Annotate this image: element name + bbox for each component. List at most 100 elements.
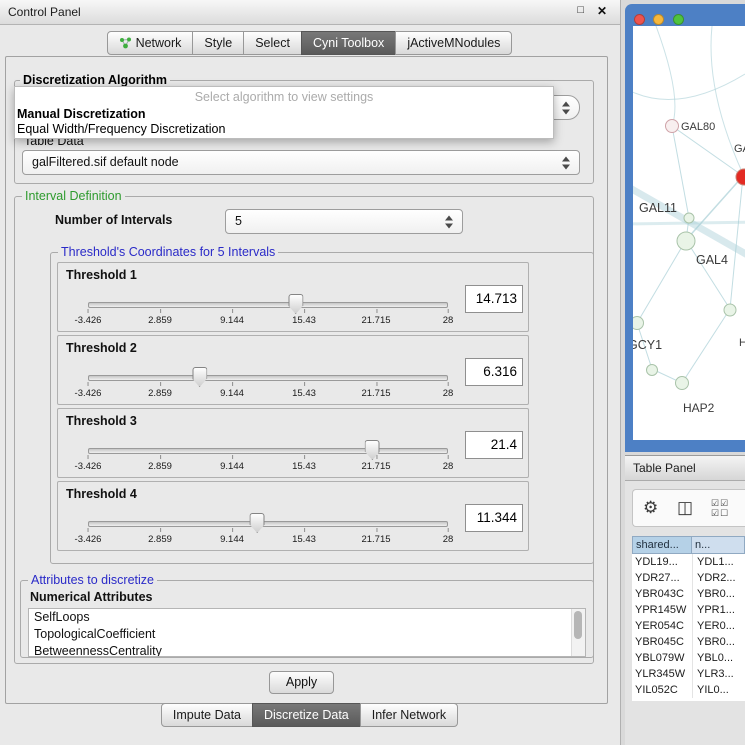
cell[interactable]: YLR3... [692,666,745,682]
tick-label: -3.426 [75,388,102,399]
tick-label: -3.426 [75,315,102,326]
threshold-1-slider[interactable] [88,293,448,315]
table-row[interactable]: YDL19...YDL1... [632,554,745,570]
cell[interactable]: YIL052C [632,682,692,698]
slider-handle[interactable] [288,294,303,314]
panel-title: Control Panel [8,0,81,24]
cell[interactable]: YBR043C [632,586,692,602]
cell[interactable]: YPR1... [692,602,745,618]
cell[interactable]: YPR145W [632,602,692,618]
tick-label: 15.43 [292,461,316,472]
node-gal80[interactable] [666,120,679,133]
cell[interactable]: YLR345W [632,666,692,682]
columns-icon[interactable]: ◫ [677,498,693,518]
list-item-betweennesscentrality[interactable]: BetweennessCentrality [29,643,585,657]
table-row[interactable]: YER054CYER0... [632,618,745,634]
node-gal4[interactable] [677,232,695,250]
attributes-scrollbar[interactable] [571,609,585,656]
tab-infer-label: Infer Network [372,705,446,726]
float-window-icon[interactable]: □ [577,4,584,16]
zoom-traffic-light-icon[interactable] [673,14,684,25]
tick-label: 9.144 [220,388,244,399]
node-label-gal4: GAL4 [696,253,728,267]
tick-label: 9.144 [220,461,244,472]
table-row[interactable]: YBR045CYBR0... [632,634,745,650]
tick-label: 15.43 [292,534,316,545]
node-label-h: H [739,337,745,349]
threshold-2-value-field[interactable]: 6.316 [465,358,523,386]
table-row[interactable]: YBR043CYBR0... [632,586,745,602]
combo-arrows-icon [445,215,454,228]
slider-handle[interactable] [365,440,380,460]
minimize-traffic-light-icon[interactable] [653,14,664,25]
combo-arrows-icon [562,156,571,169]
list-item-topologicalcoefficient[interactable]: TopologicalCoefficient [29,626,585,643]
attributes-group-title: Attributes to discretize [28,574,157,587]
cell[interactable]: YBR0... [692,586,745,602]
dropdown-option-equal-width[interactable]: Equal Width/Frequency Discretization [15,122,553,137]
node-unlabeled-1[interactable] [724,304,736,316]
table-row[interactable]: YBL079WYBL0... [632,650,745,666]
tab-network[interactable]: Network [107,31,194,55]
cell[interactable]: YBL079W [632,650,692,666]
select-columns-icon[interactable]: ☑☑ ☑☐ [711,498,729,518]
threshold-2-panel: Threshold 2 -3.426 2.859 9.144 15.43 21.… [57,335,529,405]
table-data-combobox[interactable]: galFiltered.sif default node [22,150,580,175]
cell[interactable]: YBR045C [632,634,692,650]
tab-infer-network[interactable]: Infer Network [360,703,458,727]
table-row[interactable]: YDR27...YDR2... [632,570,745,586]
tab-style[interactable]: Style [192,31,244,55]
threshold-4-slider[interactable] [88,512,448,534]
threshold-3-slider[interactable] [88,439,448,461]
node-gcy1[interactable] [633,317,644,330]
tab-discretize-data[interactable]: Discretize Data [252,703,361,727]
node-gal11[interactable] [684,213,694,223]
gear-icon[interactable]: ⚙ [643,498,658,518]
threshold-3-value-field[interactable]: 21.4 [465,431,523,459]
table-row[interactable]: YIL052CYIL0... [632,682,745,698]
slider-handle[interactable] [250,513,265,533]
select-row-2: ☑☐ [711,508,729,518]
node-hap2[interactable] [676,377,689,390]
num-intervals-value: 5 [235,210,242,233]
tab-style-label: Style [204,33,232,54]
cell[interactable]: YDR2... [692,570,745,586]
list-item-selfloops[interactable]: SelfLoops [29,609,585,626]
num-intervals-combobox[interactable]: 5 [225,209,463,234]
slider-handle[interactable] [192,367,207,387]
threshold-2-slider[interactable] [88,366,448,388]
table-toolbar: ⚙ ◫ ☑☑ ☑☐ [632,489,745,527]
cell[interactable]: YDR27... [632,570,692,586]
threshold-4-value-field[interactable]: 11.344 [465,504,523,532]
column-header-shared-name[interactable]: shared... [632,536,692,554]
cell[interactable]: YBR0... [692,634,745,650]
tab-cyni-toolbox[interactable]: Cyni Toolbox [301,31,396,55]
tick-label: 2.859 [148,461,172,472]
node-unlabeled-2[interactable] [647,365,658,376]
cell[interactable]: YBL0... [692,650,745,666]
cell[interactable]: YDL1... [692,554,745,570]
network-view-window: GAL80 GA GAL11 GAL4 GCY1 HAP2 H [625,4,745,452]
network-canvas[interactable]: GAL80 GA GAL11 GAL4 GCY1 HAP2 H [633,26,745,440]
table-row[interactable]: YPR145WYPR1... [632,602,745,618]
cell[interactable]: YIL0... [692,682,745,698]
cell[interactable]: YER0... [692,618,745,634]
dropdown-placeholder-item[interactable]: Select algorithm to view settings [15,87,553,106]
tab-impute-data[interactable]: Impute Data [161,703,253,727]
cell[interactable]: YER054C [632,618,692,634]
tab-jactivemnodules[interactable]: jActiveMNodules [395,31,512,55]
close-icon[interactable]: ✕ [597,4,607,18]
cell[interactable]: YDL19... [632,554,692,570]
column-header-name[interactable]: n... [692,536,745,554]
threshold-1-value-field[interactable]: 14.713 [465,285,523,313]
close-traffic-light-icon[interactable] [634,14,645,25]
control-panel-titlebar: Control Panel □ ✕ [0,0,620,25]
apply-button[interactable]: Apply [269,671,334,694]
threshold-3-label: Threshold 3 [66,414,137,428]
dropdown-option-manual[interactable]: Manual Discretization [15,106,553,122]
scrollbar-thumb[interactable] [574,611,582,639]
node-label-gal11: GAL11 [639,201,677,215]
tab-select[interactable]: Select [243,31,302,55]
slider-track [88,521,448,527]
table-row[interactable]: YLR345WYLR3... [632,666,745,682]
